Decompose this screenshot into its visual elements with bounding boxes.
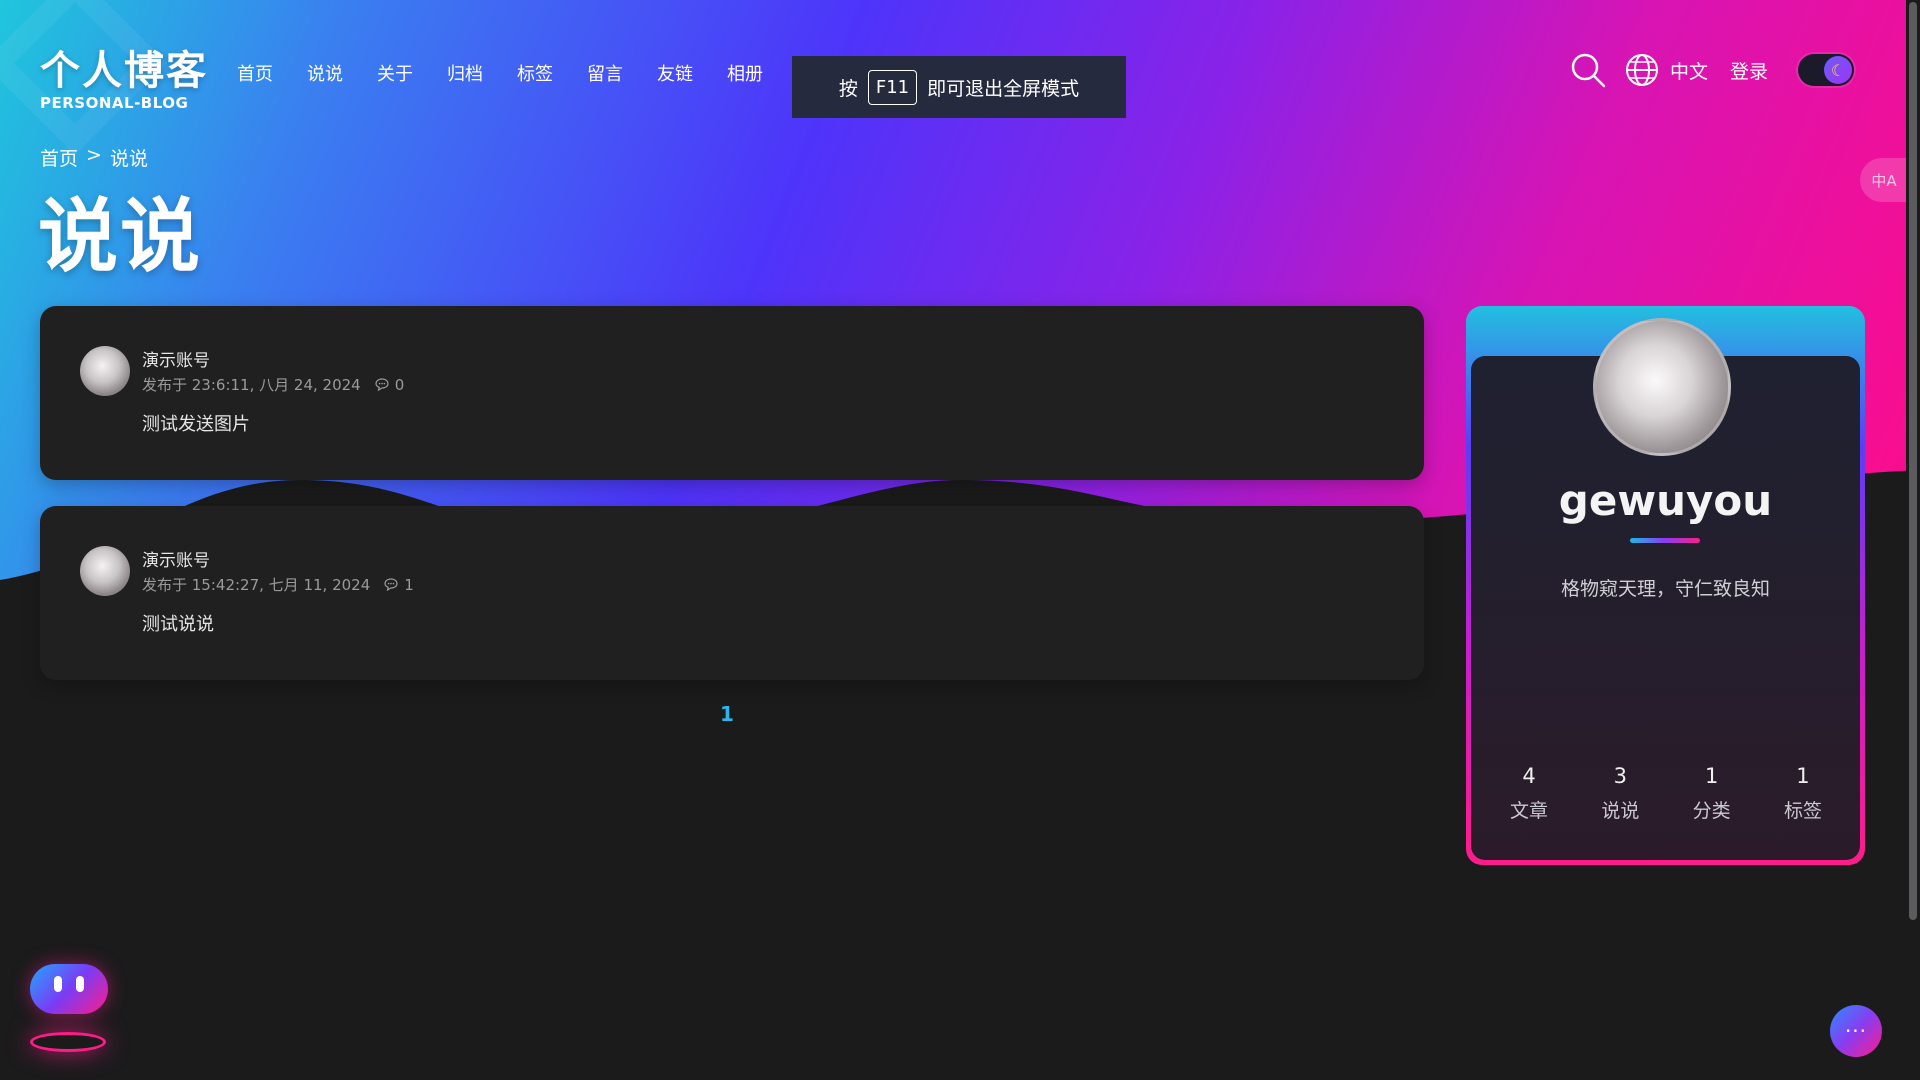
breadcrumb-separator: > [86, 144, 102, 166]
stat-value: 1 [1796, 764, 1810, 788]
fullscreen-tip-suffix: 即可退出全屏模式 [927, 77, 1080, 100]
mascot-eye [54, 976, 62, 992]
mascot-glow [30, 1032, 106, 1052]
more-menu-button[interactable]: ··· [1830, 1005, 1882, 1057]
breadcrumb-home[interactable]: 首页 [40, 144, 78, 171]
fullscreen-exit-tip: 按 F11 即可退出全屏模式 [792, 56, 1126, 118]
nav-item-archive[interactable]: 归档 [447, 60, 517, 86]
search-icon[interactable] [1568, 50, 1608, 90]
post-author: 演示账号 [142, 351, 210, 371]
login-link[interactable]: 登录 [1730, 57, 1768, 84]
post-timestamp: 发布于 15:42:27, 七月 11, 2024 [142, 576, 371, 594]
talk-post[interactable]: 演示账号 发布于 23:6:11, 八月 24, 2024 0 测试发送图片 [40, 306, 1424, 480]
comment-icon [375, 378, 389, 391]
stat-value: 4 [1522, 764, 1536, 788]
profile-motto: 格物窥天理，守仁致良知 [1560, 578, 1770, 600]
globe-icon[interactable] [1622, 50, 1662, 90]
stat-label: 标签 [1783, 800, 1822, 822]
breadcrumb-current: 说说 [109, 148, 148, 170]
stat-tags[interactable]: 1 标签 [1758, 764, 1848, 823]
page-title: 说说 [38, 190, 202, 283]
scrollbar-thumb[interactable] [1909, 2, 1917, 920]
profile-card: gewuyou 格物窥天理，守仁致良知 4 文章 3 说说 1 分类 1 标签 [1466, 306, 1865, 865]
nav-item-talks[interactable]: 说说 [307, 60, 377, 86]
nav-item-tags[interactable]: 标签 [517, 60, 587, 86]
comment-count-value: 0 [394, 375, 405, 394]
post-timestamp: 发布于 23:6:11, 八月 24, 2024 [142, 376, 361, 394]
profile-stats: 4 文章 3 说说 1 分类 1 标签 [1484, 764, 1848, 823]
mascot-widget[interactable] [30, 964, 108, 1014]
stat-label: 文章 [1509, 800, 1548, 822]
comment-icon [384, 578, 398, 591]
nav-item-guestbook[interactable]: 留言 [587, 60, 657, 86]
post-author: 演示账号 [142, 551, 210, 571]
profile-name-underline [1630, 538, 1700, 543]
theme-toggle[interactable]: ☾ [1798, 54, 1855, 86]
profile-avatar[interactable] [1593, 318, 1731, 456]
nav-item-album[interactable]: 相册 [727, 60, 797, 86]
post-meta: 发布于 23:6:11, 八月 24, 2024 0 [142, 374, 404, 395]
nav-item-about[interactable]: 关于 [377, 60, 447, 86]
mascot-eye [76, 976, 84, 992]
header-actions: 中文 登录 ☾ [1568, 50, 1855, 90]
stat-value: 3 [1613, 764, 1628, 788]
post-content: 测试发送图片 [142, 414, 250, 435]
main-nav: 首页 说说 关于 归档 标签 留言 友链 相册 [237, 60, 797, 86]
moon-icon: ☾ [1824, 56, 1853, 84]
post-meta: 发布于 15:42:27, 七月 11, 2024 1 [142, 574, 414, 595]
author-avatar[interactable] [80, 346, 130, 396]
stat-categories[interactable]: 1 分类 [1667, 764, 1757, 823]
comment-count[interactable]: 0 [375, 375, 405, 394]
stat-label: 分类 [1692, 800, 1731, 822]
stat-talks[interactable]: 3 说说 [1575, 764, 1665, 823]
site-logo[interactable]: 个人博客 PERSONAL-BLOG [0, 0, 208, 155]
nav-item-friend-links[interactable]: 友链 [657, 60, 727, 86]
profile-name: gewuyou [1558, 476, 1773, 525]
page-scrollbar[interactable] [1906, 0, 1920, 1080]
pagination-page-current[interactable]: 1 [720, 702, 734, 726]
post-content: 测试说说 [142, 614, 214, 635]
stat-value: 1 [1704, 764, 1719, 788]
stat-label: 说说 [1601, 800, 1640, 822]
nav-item-home[interactable]: 首页 [237, 60, 307, 86]
talk-post[interactable]: 演示账号 发布于 15:42:27, 七月 11, 2024 1 测试说说 [40, 506, 1424, 680]
comment-count-value: 1 [404, 575, 414, 594]
stat-articles[interactable]: 4 文章 [1484, 764, 1574, 823]
breadcrumb: 首页 > 说说 [40, 144, 148, 171]
fullscreen-tip-prefix: 按 [838, 77, 858, 100]
language-switch[interactable]: 中文 [1670, 57, 1708, 84]
translate-icon[interactable]: 中A [1860, 158, 1908, 202]
author-avatar[interactable] [80, 546, 130, 596]
comment-count[interactable]: 1 [384, 576, 414, 594]
fullscreen-tip-key: F11 [867, 69, 918, 105]
